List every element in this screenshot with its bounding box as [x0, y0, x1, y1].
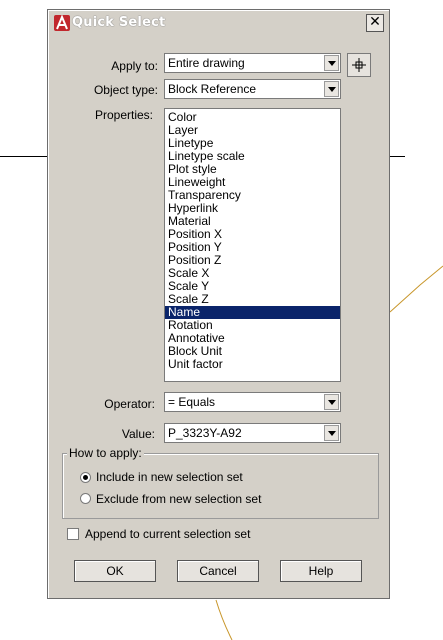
close-button[interactable]: ✕ — [366, 14, 384, 32]
append-checkbox[interactable] — [67, 528, 79, 540]
properties-label: Properties: — [94, 108, 153, 122]
chevron-down-icon[interactable] — [324, 394, 339, 410]
help-button[interactable]: Help — [280, 560, 362, 582]
include-radio[interactable] — [80, 472, 91, 483]
operator-dropdown[interactable]: = Equals — [164, 392, 341, 412]
apply-to-dropdown[interactable]: Entire drawing — [164, 53, 341, 73]
exclude-radio[interactable] — [80, 493, 91, 504]
apply-to-value: Entire drawing — [168, 56, 245, 70]
chevron-down-icon[interactable] — [324, 55, 339, 71]
object-type-value: Block Reference — [168, 82, 257, 96]
select-objects-button[interactable] — [347, 53, 371, 77]
operator-label: Operator: — [104, 397, 155, 411]
object-type-label: Object type: — [93, 83, 158, 97]
chevron-down-icon[interactable] — [324, 425, 339, 441]
operator-value: = Equals — [168, 395, 216, 409]
autocad-logo-icon — [54, 15, 70, 31]
value-field: P_3323Y-A92 — [168, 426, 242, 440]
cancel-button[interactable]: Cancel — [177, 560, 259, 582]
object-type-dropdown[interactable]: Block Reference — [164, 79, 341, 99]
title-bar: Quick Select ✕ — [51, 13, 386, 33]
chevron-down-icon[interactable] — [324, 81, 339, 97]
property-list-item[interactable]: Unit factor — [165, 358, 340, 371]
properties-listbox[interactable]: Color Layer Linetype Linetype scale Plot sty… — [164, 108, 341, 382]
window-title: Quick Select — [72, 15, 166, 30]
how-to-apply-group — [62, 453, 379, 519]
select-objects-icon — [352, 58, 366, 72]
how-to-apply-title: How to apply: — [67, 446, 144, 460]
close-icon: ✕ — [369, 14, 381, 30]
include-label[interactable]: Include in new selection set — [96, 470, 243, 484]
apply-to-label: Apply to: — [111, 59, 158, 73]
append-label[interactable]: Append to current selection set — [85, 527, 250, 541]
quick-select-dialog: Quick Select ✕ Apply to: Entire drawing … — [47, 9, 390, 599]
ok-button[interactable]: OK — [74, 560, 156, 582]
value-label: Value: — [121, 427, 155, 441]
value-dropdown[interactable]: P_3323Y-A92 — [164, 423, 341, 443]
exclude-label[interactable]: Exclude from new selection set — [96, 492, 261, 506]
